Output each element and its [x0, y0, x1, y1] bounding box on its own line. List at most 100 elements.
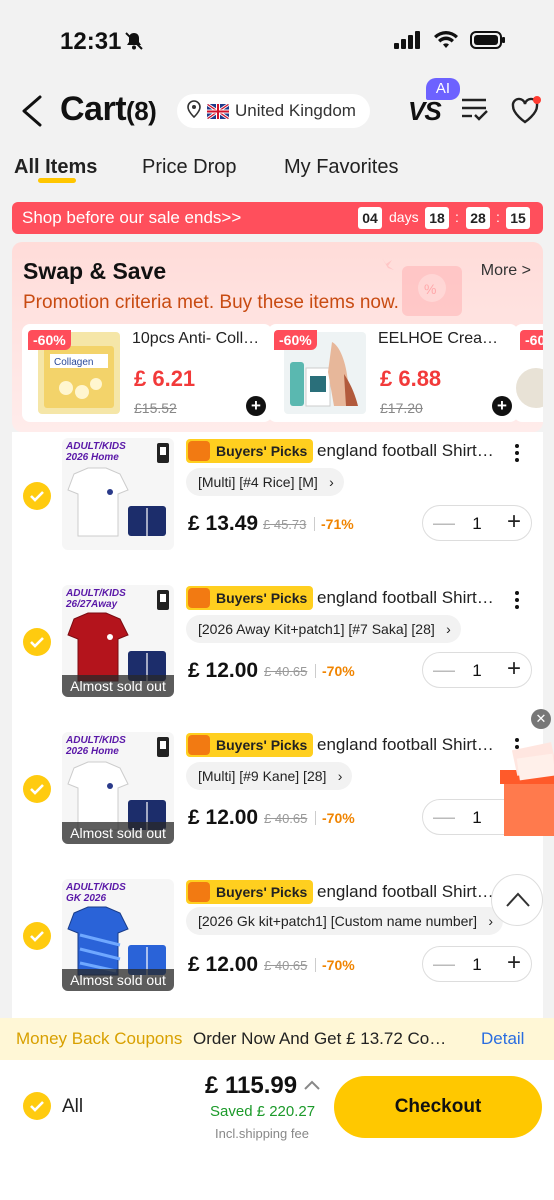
product-thumbnail[interactable]: ADULT/KIDS 2026 Home Almost sold out — [62, 732, 174, 844]
checkout-button[interactable]: Checkout — [334, 1076, 542, 1138]
variant-selector[interactable]: [2026 Away Kit+patch1] [#7 Saka] [28] › — [186, 615, 461, 643]
countdown-colon: : — [455, 209, 459, 225]
increase-qty-button[interactable]: + — [507, 655, 521, 683]
swap-more-link[interactable]: More > — [481, 262, 531, 280]
caret-up-icon[interactable] — [303, 1078, 321, 1096]
thumb-title-text: ADULT/KIDS — [66, 882, 126, 893]
decrease-qty-button[interactable]: — — [433, 804, 455, 830]
variant-text: [2026 Gk kit+patch1] [Custom name number… — [198, 913, 477, 929]
countdown-days-label: days — [389, 209, 419, 225]
tab-price-drop[interactable]: Price Drop — [142, 156, 236, 179]
variant-selector[interactable]: [Multi] [#4 Rice] [M] › — [186, 468, 344, 496]
shipping-note: Incl.shipping fee — [215, 1126, 309, 1141]
patch-icon — [157, 443, 169, 463]
chevron-right-icon: › — [446, 621, 451, 637]
quantity-value[interactable]: 1 — [467, 661, 487, 681]
item-checkbox[interactable] — [23, 482, 51, 510]
quantity-stepper: — 1 + — [422, 652, 532, 688]
countdown-minutes: 28 — [466, 207, 490, 229]
thumb-title: ADULT/KIDS 26/27Away — [66, 588, 126, 610]
item-checkbox[interactable] — [23, 628, 51, 656]
cart-item-list: ADULT/KIDS 2026 Home Buyers' Picks englan… — [12, 432, 543, 1022]
chevron-right-icon: › — [337, 768, 343, 784]
select-all-checkbox[interactable] — [23, 1092, 51, 1120]
swap-product-name: 10pcs Anti- Collagen Mask — [132, 330, 260, 347]
item-discount: -71% — [321, 516, 354, 532]
swap-product-old-price: £17.20 — [380, 400, 423, 416]
active-tab-indicator — [38, 178, 76, 183]
item-checkbox[interactable] — [23, 922, 51, 950]
swap-product-card-partial[interactable]: -60% — [514, 324, 543, 422]
quantity-value[interactable]: 1 — [467, 955, 487, 975]
item-price: £ 12.00 — [188, 806, 259, 829]
swap-product-card[interactable]: -60% EELHOE Cream Hand £ 6.88 £17.20 + — [268, 324, 518, 422]
variant-selector[interactable]: [Multi] [#9 Kane] [28] › — [186, 762, 353, 790]
item-name[interactable]: england football Shirts 2026 — [317, 882, 500, 902]
decrease-qty-button[interactable]: — — [433, 510, 455, 536]
add-to-cart-plus-button[interactable]: + — [246, 396, 266, 416]
badge-text: Buyers' Picks — [216, 884, 308, 900]
svg-text:%: % — [424, 281, 436, 297]
item-name[interactable]: england football Shirts 2026 — [317, 735, 500, 755]
increase-qty-button[interactable]: + — [507, 949, 521, 977]
countdown-hours: 18 — [425, 207, 449, 229]
sale-countdown-banner[interactable]: Shop before our sale ends>> 04 days 18 :… — [12, 202, 543, 234]
increase-qty-button[interactable]: + — [507, 508, 521, 536]
variant-text: [2026 Away Kit+patch1] [#7 Saka] [28] — [198, 621, 435, 637]
thumb-sub-text: GK 2026 — [66, 893, 107, 904]
quantity-value[interactable]: 1 — [467, 808, 487, 828]
more-options-icon[interactable] — [515, 589, 523, 612]
thumb-title-text: ADULT/KIDS — [66, 735, 126, 746]
item-price: £ 12.00 — [188, 659, 259, 682]
tab-my-favorites[interactable]: My Favorites — [284, 156, 398, 179]
add-to-cart-plus-button[interactable]: + — [492, 396, 512, 416]
swap-product-card[interactable]: Collagen -60% 10pcs Anti- Collagen Mask … — [22, 324, 272, 422]
cart-item: ADULT/KIDS 26/27Away Almost sold out Buye… — [12, 579, 543, 726]
select-all-label[interactable]: All — [62, 1096, 83, 1118]
thumb-sub-text: 26/27Away — [66, 599, 118, 610]
item-name[interactable]: england football Shirts 2026 — [317, 441, 500, 461]
money-back-detail-link[interactable]: Detail — [481, 1029, 524, 1049]
thumb-sub-text: 2026 Home — [66, 452, 119, 463]
item-price: £ 12.00 — [188, 953, 259, 976]
sort-list-icon[interactable] — [460, 96, 490, 129]
buyers-picks-icon — [188, 882, 210, 902]
tab-all-items[interactable]: All Items — [14, 156, 97, 179]
ai-badge: AI — [426, 78, 460, 100]
cart-header: Cart(8) United Kingdom VS AI — [0, 78, 554, 142]
more-options-icon[interactable] — [515, 442, 523, 465]
back-arrow-icon[interactable] — [18, 94, 44, 128]
scroll-to-top-button[interactable] — [491, 874, 543, 926]
signal-icon — [394, 31, 422, 54]
status-bar: 12:31 — [0, 0, 554, 80]
compare-vs-button[interactable]: VS — [408, 96, 442, 127]
thumb-title: ADULT/KIDS GK 2026 — [66, 882, 126, 904]
swap-title: Swap & Save — [23, 258, 167, 284]
buyers-picks-icon — [188, 441, 210, 461]
product-thumbnail[interactable]: ADULT/KIDS 2026 Home — [62, 438, 174, 550]
decrease-qty-button[interactable]: — — [433, 951, 455, 977]
quantity-stepper: — 1 + — [422, 946, 532, 982]
close-coupon-float-icon[interactable]: ✕ — [531, 709, 551, 729]
money-back-coupon-bar[interactable]: Money Back Coupons Order Now And Get £ 1… — [0, 1018, 554, 1060]
cart-total[interactable]: £ 115.99 — [205, 1072, 297, 1100]
variant-selector[interactable]: [2026 Gk kit+patch1] [Custom name number… — [186, 907, 503, 935]
wishlist-heart-icon[interactable] — [510, 96, 542, 131]
item-discount: -70% — [322, 810, 355, 826]
product-thumbnail[interactable]: ADULT/KIDS 26/27Away Almost sold out — [62, 585, 174, 697]
product-thumbnail[interactable]: ADULT/KIDS GK 2026 Almost sold out — [62, 879, 174, 991]
cart-item: ADULT/KIDS 2026 Home Buyers' Picks englan… — [12, 432, 543, 579]
buyers-picks-badge: Buyers' Picks — [186, 733, 314, 757]
item-checkbox[interactable] — [23, 775, 51, 803]
cart-tabs: All Items Price Drop My Favorites — [0, 152, 554, 188]
decrease-qty-button[interactable]: — — [433, 657, 455, 683]
thumb-title: ADULT/KIDS 2026 Home — [66, 441, 126, 463]
item-name[interactable]: england football Shirts 2026 — [317, 588, 500, 608]
coupon-gift-box-icon[interactable] — [496, 740, 554, 840]
item-old-price: £ 40.65 — [264, 811, 308, 826]
location-pin-icon — [187, 99, 201, 123]
status-time: 12:31 — [60, 28, 122, 55]
almost-sold-out-label: Almost sold out — [62, 822, 174, 844]
location-selector[interactable]: United Kingdom — [177, 94, 370, 128]
quantity-value[interactable]: 1 — [467, 514, 487, 534]
